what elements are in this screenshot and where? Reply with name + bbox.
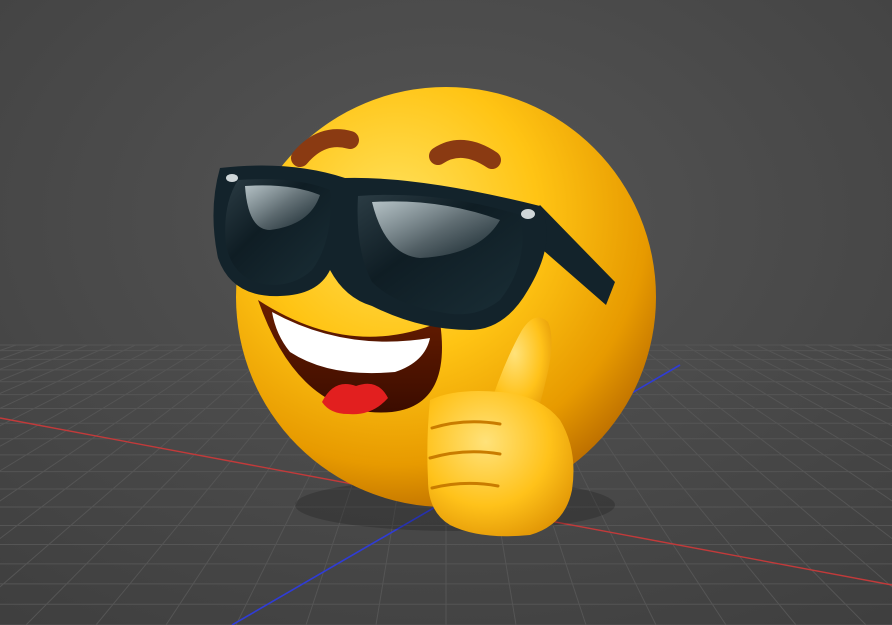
right-hinge-rivet: [521, 209, 535, 219]
viewport-canvas[interactable]: [0, 0, 892, 625]
3d-viewport[interactable]: [0, 0, 892, 625]
hand-fist: [427, 391, 574, 537]
left-hinge-rivet: [226, 174, 238, 182]
